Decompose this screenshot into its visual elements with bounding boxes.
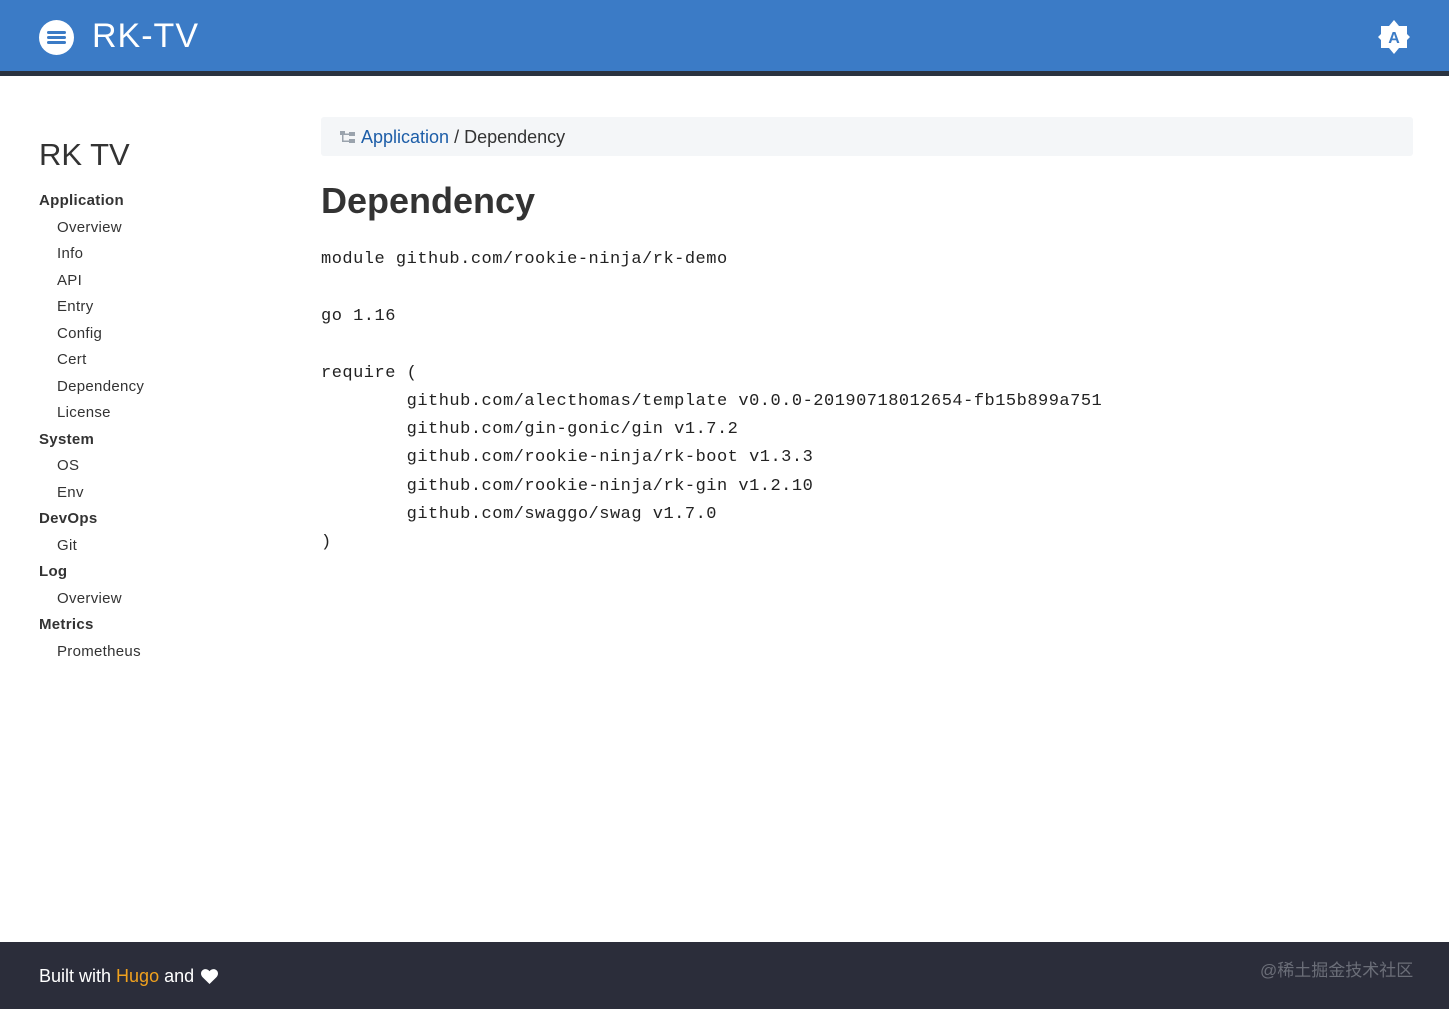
watermark: @稀土掘金技术社区 (1260, 961, 1414, 980)
breadcrumb: Application / Dependency (321, 117, 1413, 156)
code-line: github.com/gin-gonic/gin v1.7.2 (321, 420, 739, 440)
sidebar-nav: Application Overview Info API Entry Config Cer… (39, 192, 279, 669)
sidebar-section-devops[interactable]: DevOps (39, 510, 279, 537)
sidebar-section-system[interactable]: System (39, 431, 279, 458)
sidebar-item-application-info[interactable]: Info (39, 245, 279, 272)
sitemap-icon (340, 131, 355, 143)
code-line: github.com/rookie-ninja/rk-boot v1.3.3 (321, 448, 814, 468)
breadcrumb-current: Dependency (464, 127, 566, 147)
footer-built-with: Built with (39, 966, 112, 986)
footer: Built with Hugo and @稀土掘金技术社区 (0, 942, 1449, 1009)
footer-credit: Built with Hugo and (39, 966, 219, 986)
hamburger-menu-icon[interactable] (39, 20, 74, 55)
page-title: Dependency (321, 180, 536, 221)
breadcrumb-separator: / (454, 127, 460, 147)
sidebar-item-application-entry[interactable]: Entry (39, 298, 279, 325)
sidebar-item-application-dependency[interactable]: Dependency (39, 378, 279, 405)
sidebar-item-metrics-prometheus[interactable]: Prometheus (39, 643, 279, 670)
code-line: github.com/swaggo/swag v1.7.0 (321, 504, 717, 524)
sidebar-section-metrics[interactable]: Metrics (39, 616, 279, 643)
go-mod-code-block: module github.com/rookie-ninja/rk-demo go… (321, 248, 1411, 559)
breadcrumb-link-application[interactable]: Application (361, 127, 449, 147)
code-line: github.com/rookie-ninja/rk-gin v1.2.10 (321, 476, 814, 496)
sidebar-item-devops-git[interactable]: Git (39, 537, 279, 564)
sidebar-item-log-overview[interactable]: Overview (39, 590, 279, 617)
sidebar-item-system-env[interactable]: Env (39, 484, 279, 511)
sidebar-title: RK TV (39, 137, 130, 172)
code-line: go 1.16 (321, 306, 396, 326)
sidebar-item-application-api[interactable]: API (39, 272, 279, 299)
sidebar-section-application[interactable]: Application (39, 192, 279, 219)
code-line: github.com/alecthomas/template v0.0.0-20… (321, 391, 1103, 411)
sidebar-item-system-os[interactable]: OS (39, 457, 279, 484)
heart-icon (201, 969, 219, 984)
site-title[interactable]: RK-TV (92, 16, 199, 56)
sidebar-item-application-cert[interactable]: Cert (39, 351, 279, 378)
sidebar-item-application-overview[interactable]: Overview (39, 219, 279, 246)
sidebar-item-application-license[interactable]: License (39, 404, 279, 431)
code-line: require ( (321, 363, 418, 383)
footer-and: and (164, 966, 195, 986)
code-line: module github.com/rookie-ninja/rk-demo (321, 250, 728, 269)
top-header: RK-TV A (0, 0, 1449, 76)
sidebar-item-application-config[interactable]: Config (39, 325, 279, 352)
theme-toggle-letter: A (1388, 30, 1400, 47)
auto-theme-icon[interactable]: A (1378, 20, 1410, 54)
code-line: ) (321, 533, 332, 553)
sidebar-section-log[interactable]: Log (39, 563, 279, 590)
hugo-link[interactable]: Hugo (116, 966, 159, 986)
sidebar: RK TV Application Overview Info API Entry Con… (39, 137, 279, 669)
